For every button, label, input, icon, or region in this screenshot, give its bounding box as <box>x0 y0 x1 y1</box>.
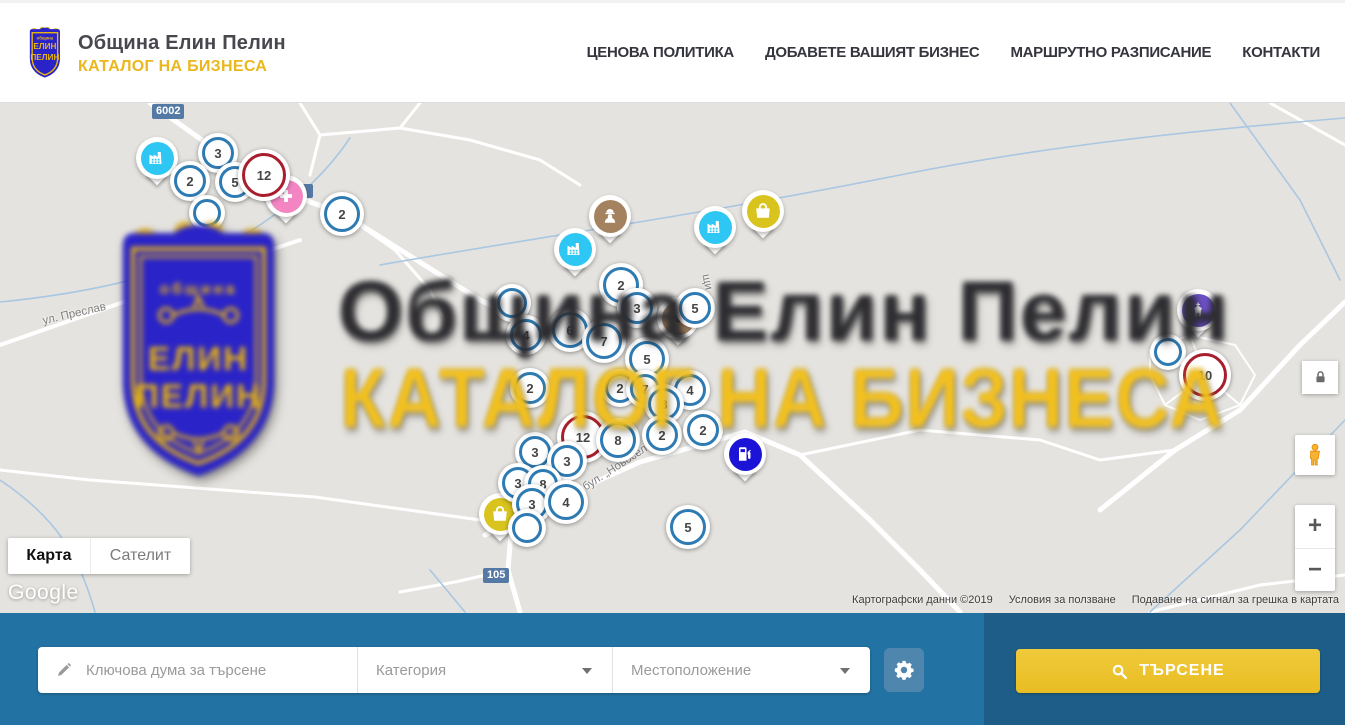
factory-icon <box>699 211 732 244</box>
worker-icon <box>594 200 627 233</box>
nav-item-1[interactable]: ЦЕНОВА ПОЛИТИКА <box>587 44 734 61</box>
site-subtitle: КАТАЛОГ НА БИЗНЕСА <box>78 58 286 76</box>
search-icon <box>1111 663 1128 680</box>
shopping-bag-icon <box>747 195 780 228</box>
cluster-marker[interactable]: 5 <box>675 288 715 328</box>
main-nav: ЦЕНОВА ПОЛИТИКА ДОБАВЕТЕ ВАШИЯТ БИЗНЕС МАР… <box>587 3 1320 102</box>
gear-icon <box>893 659 915 681</box>
lock-button[interactable] <box>1302 361 1338 394</box>
church-icon <box>1182 294 1215 327</box>
keyword-section <box>38 647 357 693</box>
cluster-marker[interactable]: 2 <box>320 192 364 236</box>
cluster-marker[interactable]: 4 <box>544 480 588 524</box>
category-select[interactable]: Категория <box>357 647 612 693</box>
chevron-down-icon <box>840 668 850 674</box>
attribution-report-link[interactable]: Подаване на сигнал за грешка в картата <box>1132 594 1339 606</box>
cluster-marker[interactable]: 2 <box>683 410 723 450</box>
cluster-marker[interactable]: 2 <box>510 368 550 408</box>
svg-text:община: община <box>37 36 54 41</box>
map-type-control: Карта Сателит <box>8 538 190 574</box>
cluster-marker[interactable]: 10 <box>1179 349 1231 401</box>
site-logo[interactable]: ЕЛИН ПЕЛИН община Община Елин Пелин КАТА… <box>22 24 286 84</box>
search-bar: Категория Местоположение <box>38 647 870 693</box>
map-type-satellite-button[interactable]: Сателит <box>90 538 190 574</box>
search-button[interactable]: ТЪРСЕНЕ <box>1016 649 1320 693</box>
header: ЕЛИН ПЕЛИН община Община Елин Пелин КАТА… <box>0 0 1345 103</box>
map-canvas[interactable]: ул. Преславбул. „Новоселщи6002105 325122… <box>0 103 1345 613</box>
factory-icon <box>559 233 592 266</box>
attribution-map-data: Картографски данни ©2019 <box>852 594 993 606</box>
search-button-label: ТЪРСЕНЕ <box>1139 662 1224 680</box>
search-panel: Категория Местоположение ТЪРСЕНЕ <box>0 613 1345 725</box>
cluster-marker[interactable]: 2 <box>642 415 682 455</box>
cluster-marker[interactable]: 12 <box>238 149 290 201</box>
location-select-value: Местоположение <box>631 662 751 679</box>
cluster-marker[interactable]: 8 <box>596 418 640 462</box>
cluster-marker[interactable] <box>508 509 546 547</box>
cluster-marker[interactable]: 5 <box>666 505 710 549</box>
nav-item-2[interactable]: ДОБАВЕТЕ ВАШИЯТ БИЗНЕС <box>765 44 979 61</box>
svg-text:ЕЛИН: ЕЛИН <box>33 42 56 51</box>
road-badge: 6002 <box>152 104 184 119</box>
location-select[interactable]: Местоположение <box>612 647 870 693</box>
road-badge: 105 <box>483 568 509 583</box>
svg-text:ПЕЛИН: ПЕЛИН <box>30 53 59 62</box>
keyword-input[interactable] <box>84 661 328 680</box>
attribution-terms-link[interactable]: Условия за ползване <box>1009 594 1116 606</box>
cluster-marker[interactable]: 3 <box>617 288 657 328</box>
advanced-settings-button[interactable] <box>884 648 924 692</box>
zoom-in-button[interactable]: + <box>1295 505 1335 549</box>
cluster-marker[interactable]: 7 <box>582 319 626 363</box>
pegman-button[interactable] <box>1295 435 1335 475</box>
google-logo: Google <box>8 581 79 605</box>
nav-item-3[interactable]: МАРШРУТНО РАЗПИСАНИЕ <box>1010 44 1211 61</box>
pencil-icon <box>56 662 72 678</box>
zoom-control: + − <box>1295 505 1335 591</box>
site-title: Община Елин Пелин <box>78 32 286 55</box>
pegman-icon <box>1303 443 1327 467</box>
chevron-down-icon <box>582 668 592 674</box>
factory-icon <box>141 142 174 175</box>
map-attribution: Картографски данни ©2019 Условия за полз… <box>852 594 1339 606</box>
cluster-marker[interactable] <box>189 195 225 231</box>
municipality-emblem-icon: ЕЛИН ПЕЛИН община <box>22 24 68 84</box>
zoom-out-button[interactable]: − <box>1295 549 1335 592</box>
lock-icon <box>1313 370 1328 385</box>
category-select-value: Категория <box>376 662 446 679</box>
fuel-pump-icon <box>729 438 762 471</box>
map-type-map-button[interactable]: Карта <box>8 538 90 574</box>
nav-item-4[interactable]: КОНТАКТИ <box>1242 44 1320 61</box>
cluster-marker[interactable]: 4 <box>506 315 546 355</box>
